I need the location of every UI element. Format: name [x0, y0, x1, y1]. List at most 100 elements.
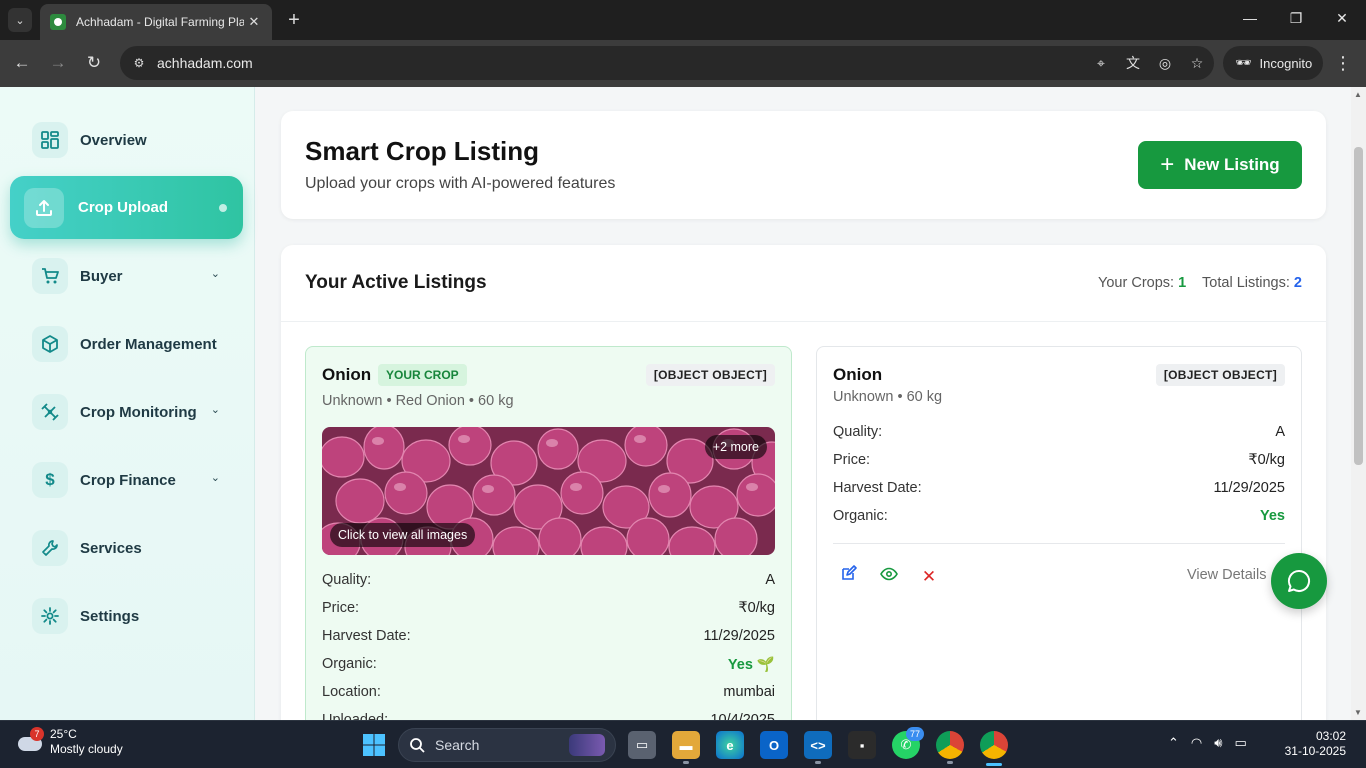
detail-row-price: Price: ₹0/kg — [322, 600, 775, 620]
tab-search-button[interactable]: ⌄ — [8, 8, 32, 32]
url-text[interactable]: achhadam.com — [157, 55, 253, 71]
your-crop-badge: YOUR CROP — [378, 364, 467, 386]
detail-value: Yes 🌱 — [727, 657, 775, 673]
new-listing-button[interactable]: + New Listing — [1138, 141, 1302, 189]
your-crops-label: Your Crops: — [1098, 275, 1175, 291]
edge-browser-icon[interactable]: e — [716, 731, 744, 759]
clock-time: 03:02 — [1315, 729, 1346, 743]
browser-menu-icon[interactable]: ⋮ — [1334, 52, 1352, 74]
clock-date: 31-10-2025 — [1284, 744, 1346, 758]
scroll-down-arrow-icon[interactable]: ▼ — [1354, 708, 1362, 717]
new-listing-label: New Listing — [1184, 155, 1280, 174]
crop-meta: Unknown • Red Onion • 60 kg — [322, 393, 514, 409]
total-listings-count: 2 — [1293, 275, 1302, 291]
detail-value: 10/4/2025 — [710, 712, 775, 720]
page-subtitle: Upload your crops with AI-powered featur… — [305, 175, 616, 192]
app-box-icon[interactable]: ▪ — [848, 731, 876, 759]
detail-value: Yes — [1260, 508, 1285, 524]
detail-row-quality: Quality: A — [833, 424, 1285, 444]
delete-x-icon[interactable]: ✕ — [917, 565, 941, 589]
sidebar-item-label: Buyer — [80, 267, 123, 285]
reload-icon[interactable]: ↻ — [82, 52, 106, 74]
chat-assistant-button[interactable] — [1271, 553, 1327, 609]
your-crops-count: 1 — [1178, 275, 1187, 291]
battery-icon[interactable]: ▭ — [1234, 735, 1246, 751]
sidebar-item-overview[interactable]: Overview — [20, 116, 232, 164]
scroll-thumb[interactable] — [1354, 147, 1363, 465]
listing-card-your-crop[interactable]: Onion YOUR CROP [OBJECT OBJECT] Unknown … — [305, 346, 792, 720]
detail-value: A — [1275, 424, 1285, 440]
eye-icon[interactable] — [877, 565, 901, 589]
detail-label: Harvest Date: — [322, 628, 411, 644]
detail-row-uploaded: Uploaded: 10/4/2025 — [322, 712, 775, 720]
chrome-icon[interactable] — [936, 731, 964, 759]
crop-image[interactable]: +2 more Click to view all images — [322, 427, 775, 555]
translate-icon[interactable]: 文 — [1124, 54, 1142, 72]
sidebar-item-buyer[interactable]: Buyer ⌄ — [20, 252, 232, 300]
browser-tab-strip: ⌄ Achhadam - Digital Farming Pla ✕ + — ❐… — [0, 0, 1366, 40]
browser-toolbar: ← → ↻ ⚙ achhadam.com ⌖ 文 ◎ ☆ 🕶 Incognito… — [0, 40, 1366, 87]
upload-icon — [24, 187, 64, 228]
forward-icon[interactable]: → — [46, 52, 70, 74]
file-explorer-icon[interactable]: ▬ — [672, 731, 700, 759]
sidebar-item-crop-finance[interactable]: $ Crop Finance ⌄ — [20, 456, 232, 504]
sidebar-item-crop-monitoring[interactable]: Crop Monitoring ⌄ — [20, 388, 232, 436]
weather-alert-badge: 7 — [30, 727, 44, 741]
address-bar[interactable]: ⚙ achhadam.com ⌖ 文 ◎ ☆ — [120, 46, 1214, 80]
system-clock[interactable]: 03:02 31-10-2025 — [1285, 729, 1346, 759]
cart-icon — [32, 258, 68, 294]
scroll-up-arrow-icon[interactable]: ▲ — [1354, 90, 1362, 99]
detail-row-organic: Organic: Yes 🌱 — [322, 656, 775, 676]
volume-icon[interactable]: 🔊︎ — [1214, 735, 1222, 751]
listing-card[interactable]: Onion [OBJECT OBJECT] Unknown • 60 kg Qu… — [816, 346, 1302, 720]
more-images-pill[interactable]: +2 more — [704, 435, 767, 459]
eye-off-icon[interactable]: ◎ — [1156, 54, 1174, 72]
edit-icon[interactable] — [837, 565, 861, 589]
sidebar-item-services[interactable]: Services — [20, 524, 232, 572]
detail-label: Harvest Date: — [833, 480, 922, 496]
running-indicator — [815, 761, 821, 764]
status-badge: [OBJECT OBJECT] — [1155, 364, 1285, 386]
new-tab-button[interactable]: + — [282, 8, 306, 32]
active-listings-card: Your Active Listings Your Crops: 1 Total… — [281, 245, 1326, 720]
chevron-down-icon[interactable]: ⌄ — [211, 403, 220, 416]
chevron-up-icon[interactable]: ⌃ — [1168, 735, 1179, 751]
task-view-icon[interactable]: ▭ — [628, 731, 656, 759]
incognito-indicator[interactable]: 🕶 Incognito — [1223, 46, 1323, 80]
vscode-icon[interactable]: <> — [804, 731, 832, 759]
chevron-down-icon[interactable]: ⌄ — [211, 267, 220, 280]
bookmark-star-icon[interactable]: ☆ — [1188, 54, 1206, 72]
total-listings-label: Total Listings: — [1202, 275, 1290, 291]
weather-widget[interactable]: 7 25°C Mostly cloudy — [14, 727, 123, 757]
search-highlight-icon — [569, 734, 605, 756]
windows-start-icon[interactable] — [360, 731, 388, 759]
site-info-icon[interactable]: ⚙ — [130, 54, 148, 72]
sidebar-item-order-management[interactable]: Order Management — [20, 320, 232, 368]
location-icon[interactable]: ⌖ — [1092, 54, 1110, 72]
detail-label: Price: — [833, 452, 871, 468]
gear-icon — [32, 598, 68, 634]
incognito-label: Incognito — [1259, 55, 1313, 71]
page-title: Smart Crop Listing — [305, 136, 540, 166]
taskbar-search[interactable]: Search — [398, 728, 616, 762]
listings-header: Your Active Listings Your Crops: 1 Total… — [281, 245, 1326, 322]
minimize-icon[interactable]: — — [1238, 10, 1262, 26]
detail-label: Quality: — [322, 572, 372, 588]
close-window-icon[interactable]: ✕ — [1330, 10, 1354, 27]
sidebar-item-settings[interactable]: Settings — [20, 592, 232, 640]
restore-icon[interactable]: ❐ — [1284, 10, 1308, 27]
crop-name: Onion — [322, 365, 372, 384]
view-all-images-pill[interactable]: Click to view all images — [330, 523, 476, 547]
sidebar-item-crop-upload[interactable]: Crop Upload — [10, 176, 243, 239]
browser-tab[interactable]: Achhadam - Digital Farming Pla ✕ — [40, 4, 272, 40]
page-scrollbar[interactable]: ▲ ▼ — [1351, 87, 1366, 720]
detail-row-harvest-date: Harvest Date: 11/29/2025 — [322, 628, 775, 648]
close-tab-icon[interactable]: ✕ — [246, 14, 262, 30]
cloudy-weather-icon: 7 — [14, 727, 44, 757]
chrome-incognito-icon[interactable] — [980, 731, 1008, 759]
back-icon[interactable]: ← — [10, 52, 34, 74]
outlook-icon[interactable]: O — [760, 731, 788, 759]
dollar-icon: $ — [32, 462, 68, 498]
wifi-icon[interactable]: ◠ — [1191, 735, 1202, 751]
chevron-down-icon[interactable]: ⌄ — [211, 471, 220, 484]
